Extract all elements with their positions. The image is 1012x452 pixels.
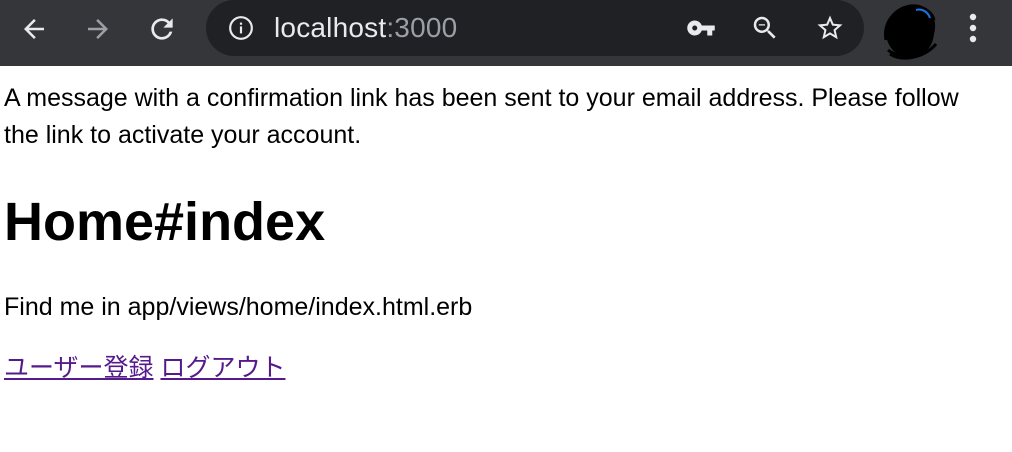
- logout-link[interactable]: ログアウト: [160, 354, 285, 382]
- zoom-out-icon[interactable]: [749, 12, 781, 44]
- star-icon[interactable]: [814, 12, 846, 44]
- url-host: localhost: [274, 12, 387, 43]
- avatar[interactable]: [880, 0, 940, 62]
- action-links: ユーザー登録 ログアウト: [4, 350, 1012, 386]
- back-button[interactable]: [14, 9, 54, 49]
- arrow-right-icon: [88, 19, 108, 39]
- flash-notice: A message with a confirmation link has b…: [4, 84, 959, 149]
- arrow-left-icon: [24, 19, 44, 39]
- page-description: Find me in app/views/home/index.html.erb: [4, 293, 473, 321]
- reload-button[interactable]: [142, 9, 182, 49]
- address-bar[interactable]: localhost:3000: [206, 0, 864, 56]
- page-title: Home#index: [4, 192, 326, 252]
- reload-icon: [151, 18, 173, 40]
- url-port: :3000: [386, 12, 458, 43]
- page-content: A message with a confirmation link has b…: [4, 66, 1012, 386]
- key-icon[interactable]: [685, 12, 717, 44]
- more-vertical-icon[interactable]: [958, 10, 988, 46]
- info-icon[interactable]: [228, 15, 254, 41]
- url-text[interactable]: localhost:3000: [274, 10, 457, 46]
- forward-button[interactable]: [78, 9, 118, 49]
- browser-toolbar: localhost:3000: [0, 0, 1012, 66]
- register-link[interactable]: ユーザー登録: [4, 354, 154, 382]
